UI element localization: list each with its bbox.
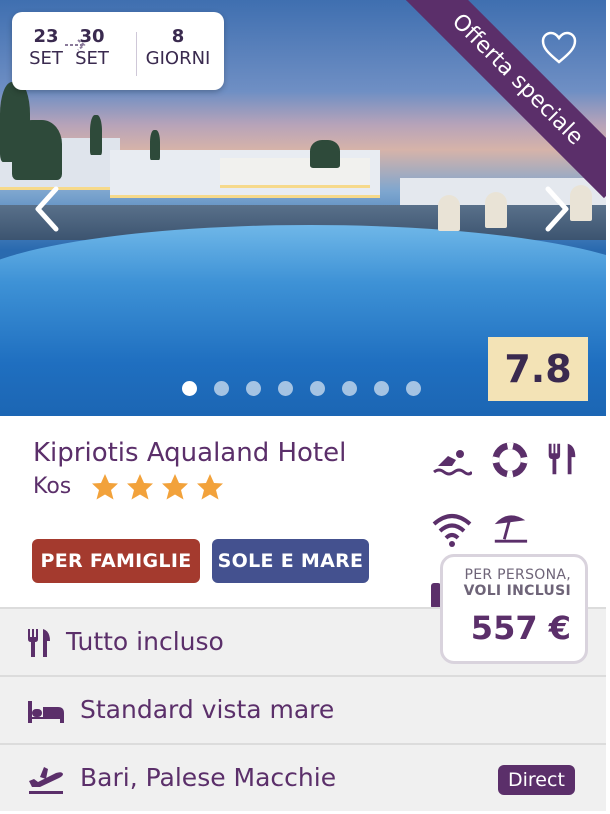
end-month: SET [75, 48, 109, 69]
divider [136, 32, 137, 76]
star-icon [127, 474, 153, 500]
start-month: SET [29, 48, 63, 69]
hotel-location: Kos [33, 474, 72, 499]
hotel-photo-carousel[interactable]: 23 SET 30 SET 8 GIORNI Offerta speciale [0, 0, 606, 416]
price-label-line2: VOLI INCLUSI [463, 583, 571, 599]
room-type: Standard vista mare [80, 695, 335, 724]
rating-score: 7.8 [488, 337, 588, 401]
wifi-icon [432, 514, 472, 547]
meal-plan: Tutto incluso [66, 627, 224, 656]
fork-knife-icon [28, 629, 50, 657]
heart-icon[interactable] [540, 30, 578, 66]
bed-icon [28, 701, 64, 723]
duration-label: GIORNI [145, 48, 211, 69]
duration-number: 8 [171, 26, 185, 47]
restaurant-icon [548, 443, 576, 475]
previous-photo-button[interactable] [28, 185, 68, 233]
star-icon [197, 474, 223, 500]
hotel-name[interactable]: Kipriotis Aqualand Hotel [33, 438, 346, 468]
travel-dates-box: 23 SET 30 SET 8 GIORNI [12, 12, 224, 90]
carousel-dot[interactable] [214, 381, 229, 396]
carousel-dot[interactable] [246, 381, 261, 396]
direct-flight-badge: Direct [498, 765, 575, 795]
price-box[interactable]: PER PERSONA, VOLI INCLUSI 557 € [440, 554, 588, 664]
carousel-dot[interactable] [310, 381, 325, 396]
next-photo-button[interactable] [536, 185, 576, 233]
carousel-dot[interactable] [342, 381, 357, 396]
carousel-dot[interactable] [278, 381, 293, 396]
end-day: 30 [79, 26, 105, 47]
price-label-line1: PER PERSONA, [464, 567, 571, 583]
carousel-dot[interactable] [374, 381, 389, 396]
tag-family: PER FAMIGLIE [32, 539, 200, 583]
beach-umbrella-icon [494, 515, 528, 543]
tag-sun-and-sea: SOLE E MARE [212, 539, 369, 583]
carousel-dot[interactable] [406, 381, 421, 396]
swimming-icon [433, 450, 472, 476]
plane-departure-icon [29, 767, 63, 794]
hotel-card[interactable]: 23 SET 30 SET 8 GIORNI Offerta speciale [0, 0, 606, 814]
list-item: Standard vista mare [0, 675, 606, 743]
start-day: 23 [33, 26, 59, 47]
carousel-dot[interactable] [182, 381, 197, 396]
list-item: Bari, Palese Macchie Direct [0, 743, 606, 811]
departure-airport: Bari, Palese Macchie [80, 763, 337, 792]
star-icon [162, 474, 188, 500]
price-amount: 557 € [470, 609, 571, 647]
lifebuoy-icon [492, 442, 528, 478]
star-icon [92, 474, 118, 500]
